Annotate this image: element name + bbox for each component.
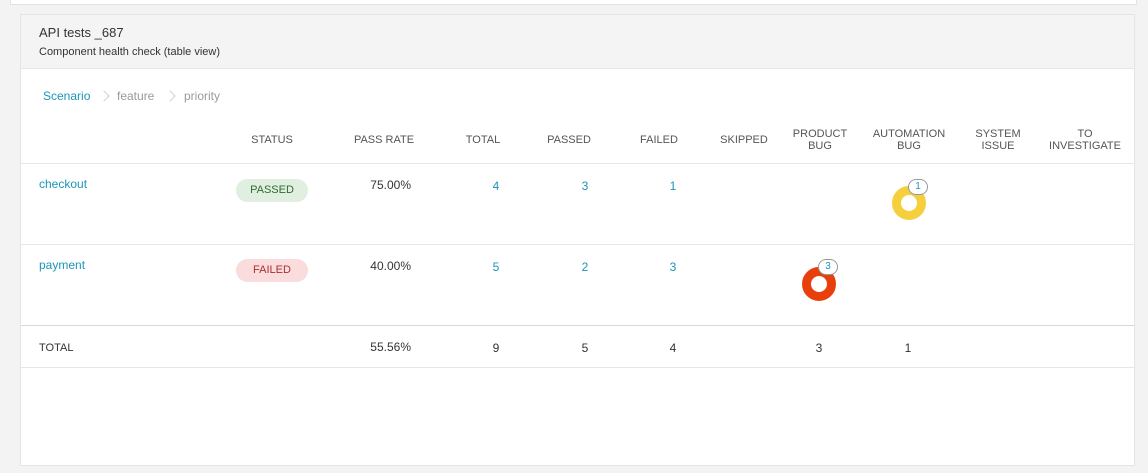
row-divider xyxy=(21,244,1134,245)
column-header-line: INVESTIGATE xyxy=(1049,140,1121,152)
failed-link[interactable]: 3 xyxy=(643,260,703,274)
total-product-bug: 3 xyxy=(815,341,823,355)
column-header-line: TO xyxy=(1077,128,1093,140)
column-header-line: BUG xyxy=(808,140,832,152)
total-failed: 4 xyxy=(669,341,677,355)
total-pass-rate: 55.56% xyxy=(370,340,411,354)
column-header-product-bug[interactable]: PRODUCT BUG xyxy=(780,128,860,152)
total-link[interactable]: 4 xyxy=(466,179,526,193)
failed-link[interactable]: 1 xyxy=(643,179,703,193)
column-header-pass-rate[interactable]: PASS RATE xyxy=(344,134,424,146)
passed-link[interactable]: 3 xyxy=(555,179,615,193)
row-name-link[interactable]: payment xyxy=(39,258,85,272)
totals-divider xyxy=(21,367,1134,368)
widget-title: API tests _687 xyxy=(39,25,124,40)
column-header-status[interactable]: STATUS xyxy=(232,134,312,146)
column-header-line: PRODUCT xyxy=(792,128,848,140)
column-header-automation-bug[interactable]: AUTOMATION BUG xyxy=(864,128,954,152)
component-health-widget: API tests _687 Component health check (t… xyxy=(20,14,1135,466)
column-header-line: SYSTEM xyxy=(975,128,1021,140)
previous-widget-edge xyxy=(10,0,1137,5)
column-header-line: BUG xyxy=(897,140,921,152)
pass-rate-value: 75.00% xyxy=(370,178,411,192)
header-divider xyxy=(21,163,1134,164)
widget-subtitle: Component health check (table view) xyxy=(39,46,220,58)
column-header-line: AUTOMATION xyxy=(872,128,946,140)
column-header-failed[interactable]: FAILED xyxy=(619,134,699,146)
column-header-to-investigate[interactable]: TO INVESTIGATE xyxy=(1040,128,1130,152)
column-header-skipped[interactable]: SKIPPED xyxy=(704,134,784,146)
column-header-total[interactable]: TOTAL xyxy=(443,134,523,146)
defect-count-badge: 1 xyxy=(908,179,928,195)
breadcrumb-item-priority[interactable]: priority xyxy=(184,89,220,103)
widget-header: API tests _687 Component health check (t… xyxy=(21,15,1134,69)
total-count: 9 xyxy=(492,341,500,355)
chevron-right-icon xyxy=(164,90,176,102)
total-link[interactable]: 5 xyxy=(466,260,526,274)
defect-count-badge: 3 xyxy=(818,259,838,275)
total-automation-bug: 1 xyxy=(904,341,912,355)
status-badge: PASSED xyxy=(236,179,308,202)
row-name-link[interactable]: checkout xyxy=(39,177,87,191)
column-header-system-issue[interactable]: SYSTEM ISSUE xyxy=(958,128,1038,152)
total-passed: 5 xyxy=(581,341,589,355)
chevron-right-icon xyxy=(98,90,110,102)
column-header-passed[interactable]: PASSED xyxy=(529,134,609,146)
totals-label: TOTAL xyxy=(39,342,74,354)
pass-rate-value: 40.00% xyxy=(370,259,411,273)
passed-link[interactable]: 2 xyxy=(555,260,615,274)
breadcrumb-item-feature[interactable]: feature xyxy=(117,89,154,103)
breadcrumb-item-scenario[interactable]: Scenario xyxy=(43,89,90,103)
column-header-line: ISSUE xyxy=(981,140,1015,152)
status-badge: FAILED xyxy=(236,259,308,282)
row-divider xyxy=(21,325,1134,326)
